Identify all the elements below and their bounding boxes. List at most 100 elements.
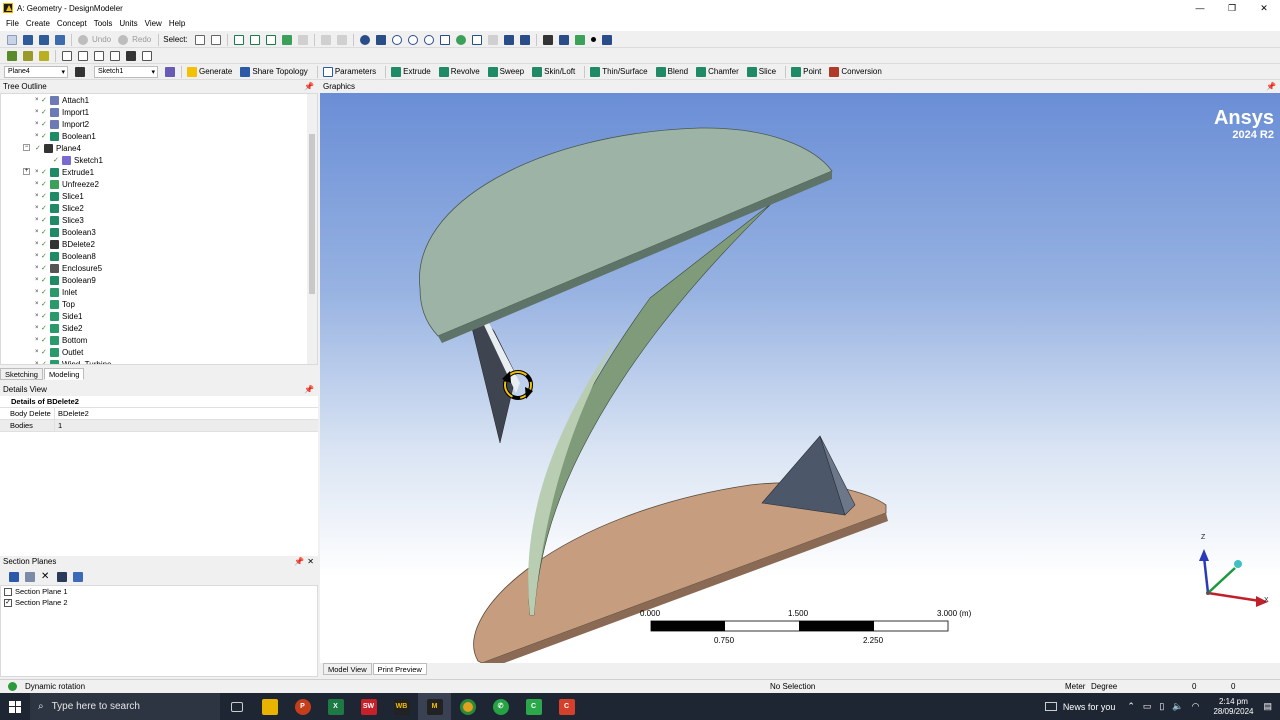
pin-tool-icon[interactable] <box>126 50 136 61</box>
display-edges-icon[interactable] <box>558 34 569 45</box>
maximize-button[interactable]: ❐ <box>1216 0 1248 16</box>
section-plane-item[interactable]: ✓ Section Plane 2 <box>1 597 317 608</box>
new-sketch-icon[interactable] <box>78 50 88 61</box>
tree-item[interactable]: × ✓ Unfreeze2 <box>35 178 99 190</box>
tree-item[interactable]: × ✓ Side1 <box>35 310 82 322</box>
designmodeler-button[interactable]: M <box>418 693 451 720</box>
menu-tools[interactable]: Tools <box>94 19 113 28</box>
wifi-icon[interactable]: ◠ <box>1192 701 1200 712</box>
tree-item[interactable]: × ✓ Bottom <box>35 334 87 346</box>
triad-icon[interactable] <box>542 34 553 45</box>
tree-item[interactable]: × ✓ Extrude1 <box>35 166 94 178</box>
tree-item[interactable]: × ✓ Boolean8 <box>35 250 96 262</box>
network-icon[interactable]: ▭ <box>1143 701 1152 712</box>
tree-item[interactable]: ✓ Sketch1 <box>53 154 103 166</box>
look-at-icon[interactable] <box>94 50 104 61</box>
conversion-button[interactable]: Conversion <box>827 66 882 77</box>
tray-overflow-icon[interactable]: ⌃ <box>1127 701 1135 712</box>
whatsapp-button[interactable]: ✆ <box>484 693 517 720</box>
tree-item[interactable]: × ✓ Inlet <box>35 286 77 298</box>
tree-item[interactable]: × ✓ Attach1 <box>35 94 89 106</box>
tree-item[interactable]: × ✓ Boolean9 <box>35 274 96 286</box>
tab-sketching[interactable]: Sketching <box>0 368 43 380</box>
start-button[interactable] <box>0 693 30 720</box>
pin-icon[interactable]: 📌 <box>304 81 314 93</box>
display-vertices-icon[interactable] <box>574 34 585 45</box>
zoom-icon[interactable] <box>391 34 402 45</box>
tab-modeling[interactable]: Modeling <box>43 368 85 380</box>
magnifier-icon[interactable] <box>471 34 482 45</box>
close-button[interactable]: ✕ <box>1248 0 1280 16</box>
tab-model-view[interactable]: Model View <box>323 663 372 675</box>
select-points-icon[interactable] <box>233 34 244 45</box>
news-label[interactable]: News for you <box>1063 702 1116 712</box>
new-plane-icon[interactable] <box>62 50 72 61</box>
select-faces-icon[interactable] <box>265 34 276 45</box>
tree-item[interactable]: × ✓ Enclosure5 <box>35 262 102 274</box>
undo-icon[interactable] <box>78 34 88 45</box>
tree-item[interactable]: × ✓ Side2 <box>35 322 82 334</box>
edit-section-plane-icon[interactable] <box>25 572 35 582</box>
extrude-button[interactable]: Extrude <box>389 66 431 77</box>
news-icon[interactable] <box>1044 702 1057 711</box>
sweep-button[interactable]: Sweep <box>486 66 524 77</box>
edit-tool-icon[interactable] <box>142 50 152 61</box>
share-topology-button[interactable]: Share Topology <box>238 66 308 77</box>
tree-item[interactable]: × ✓ Top <box>35 298 75 310</box>
menu-file[interactable]: File <box>6 19 19 28</box>
select-edges-icon[interactable] <box>249 34 260 45</box>
tree-item[interactable]: × ✓ Slice1 <box>35 190 84 202</box>
pin-icon[interactable]: 📌 <box>294 556 304 568</box>
zoom-out-icon[interactable] <box>423 34 434 45</box>
details-value[interactable]: BDelete2 <box>55 408 89 419</box>
tree-item[interactable]: × ✓ Import2 <box>35 118 89 130</box>
display-plane-icon[interactable] <box>7 50 17 61</box>
new-sketch-icon-2[interactable] <box>165 66 175 77</box>
powerpoint-button[interactable]: P <box>286 693 319 720</box>
section-plane-settings-icon[interactable] <box>73 572 83 582</box>
chrome-button[interactable] <box>451 693 484 720</box>
sketch-dropdown[interactable]: Sketch1 ▾ <box>94 65 158 78</box>
rotate-icon[interactable] <box>359 34 370 45</box>
details-value[interactable]: 1 <box>55 420 62 431</box>
image-capture-icon[interactable] <box>55 34 65 45</box>
menu-view[interactable]: View <box>145 19 162 28</box>
tetrahedron-body[interactable] <box>761 435 856 516</box>
display-model-icon[interactable] <box>601 34 612 45</box>
delete-section-plane-icon[interactable]: ✕ <box>41 572 51 582</box>
previous-view-icon[interactable] <box>487 34 498 45</box>
section-plane-1-checkbox[interactable] <box>4 587 12 596</box>
section-plane-item[interactable]: Section Plane 1 <box>1 586 317 597</box>
minimize-button[interactable]: — <box>1184 0 1216 16</box>
camtasia-red-button[interactable]: C <box>550 693 583 720</box>
save-icon[interactable] <box>23 34 33 45</box>
taskbar-search[interactable]: ⌕ Type here to search <box>30 693 220 720</box>
graphics-viewport[interactable]: Ansys 2024 R2 0.000 1.500 3.000 (m) 0.75… <box>320 93 1280 663</box>
tree-item[interactable]: ✓ Plane4 <box>35 142 81 154</box>
blend-button[interactable]: Blend <box>654 66 688 77</box>
zoom-in-icon[interactable] <box>407 34 418 45</box>
zoom-box-icon[interactable] <box>320 34 331 45</box>
excel-button[interactable]: X <box>319 693 352 720</box>
slice-button[interactable]: Slice <box>745 66 776 77</box>
chamfer-button[interactable]: Chamfer <box>694 66 739 77</box>
section-plane-2-checkbox[interactable]: ✓ <box>4 598 12 607</box>
revolve-button[interactable]: Revolve <box>437 66 480 77</box>
scrollbar-thumb[interactable] <box>309 134 315 294</box>
task-view-button[interactable] <box>220 693 253 720</box>
solidworks-button[interactable]: SW <box>352 693 385 720</box>
menu-units[interactable]: Units <box>119 19 137 28</box>
workbench-button[interactable]: WB <box>385 693 418 720</box>
camtasia-green-button[interactable]: C <box>517 693 550 720</box>
tree-item[interactable]: × ✓ BDelete2 <box>35 238 95 250</box>
section-icon[interactable] <box>110 50 120 61</box>
display-sketch-icon[interactable] <box>39 50 49 61</box>
close-icon[interactable]: ✕ <box>307 556 314 568</box>
new-plane-icon-2[interactable] <box>75 66 85 77</box>
tree-item[interactable]: × ✓ Slice3 <box>35 214 84 226</box>
plane-dropdown[interactable]: Plane4 ▾ <box>4 65 68 78</box>
zoom-to-fit-icon[interactable] <box>439 34 450 45</box>
generate-button[interactable]: Generate <box>185 66 232 77</box>
isometric-icon[interactable] <box>519 34 530 45</box>
new-icon[interactable] <box>7 34 17 45</box>
